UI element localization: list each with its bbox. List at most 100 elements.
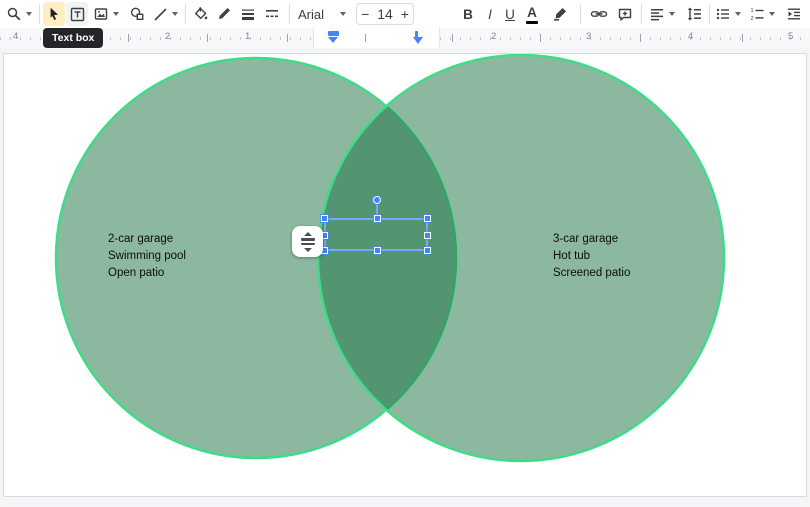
numbered-list-button[interactable]: 1 2 <box>747 2 777 26</box>
bulleted-list-button[interactable] <box>713 2 743 26</box>
ruler-tick <box>365 34 366 42</box>
link-icon <box>590 6 608 22</box>
select-tool-button[interactable] <box>43 2 65 26</box>
bold-label: B <box>463 7 473 22</box>
drag-bar-icon <box>301 238 315 241</box>
image-icon <box>93 6 109 22</box>
svg-text:1: 1 <box>751 8 754 14</box>
underline-button[interactable]: U <box>500 2 520 26</box>
resize-handle-e[interactable] <box>424 232 431 239</box>
ruler-tick <box>207 34 208 42</box>
italic-label: I <box>488 7 492 22</box>
border-weight-button[interactable] <box>237 2 259 26</box>
right-circle-text[interactable]: 3-car garage Hot tub Screened patio <box>553 231 630 282</box>
drag-up-arrow-icon <box>304 232 312 236</box>
line-spacing-button[interactable] <box>682 2 706 26</box>
toolbar-divider <box>185 4 186 24</box>
indent-marker[interactable] <box>328 31 339 44</box>
shape-tool-button[interactable] <box>126 2 148 26</box>
text-line: Screened patio <box>553 265 630 282</box>
italic-button[interactable]: I <box>480 2 500 26</box>
pen-icon <box>216 6 232 22</box>
resize-handle-se[interactable] <box>424 247 431 254</box>
text-box-icon <box>69 6 86 23</box>
text-box-tool-button[interactable] <box>66 2 88 26</box>
zoom-button[interactable] <box>2 2 36 26</box>
selected-text-box[interactable] <box>324 218 428 251</box>
drawing-canvas[interactable]: 2-car garage Swimming pool Open patio 3-… <box>3 53 807 497</box>
underline-label: U <box>505 7 515 22</box>
border-color-button[interactable] <box>213 2 235 26</box>
ruler-tick <box>640 34 641 42</box>
bold-button[interactable]: B <box>458 2 478 26</box>
bulleted-list-icon <box>715 6 731 22</box>
toolbar-divider <box>709 4 710 24</box>
align-button[interactable] <box>646 2 678 26</box>
highlighter-icon <box>552 6 568 22</box>
resize-handle-s[interactable] <box>374 247 381 254</box>
tab-stop-marker[interactable] <box>413 31 423 44</box>
chevron-down-icon <box>669 12 675 16</box>
resize-handle-n[interactable] <box>374 215 381 222</box>
chevron-down-icon <box>769 12 775 16</box>
line-weight-icon <box>240 6 256 22</box>
chevron-down-icon <box>735 12 741 16</box>
indent-button[interactable] <box>781 2 807 26</box>
ruler-number: 1 <box>245 31 250 42</box>
insert-comment-button[interactable] <box>613 2 637 26</box>
toolbar-divider <box>289 4 290 24</box>
indent-icon <box>786 6 802 22</box>
font-size-value[interactable]: 14 <box>373 4 396 24</box>
tooltip-text: Text box <box>52 32 94 44</box>
select-arrow-icon <box>46 6 62 22</box>
decrease-font-size-button[interactable]: − <box>357 4 373 24</box>
ruler-number: 3 <box>586 31 591 42</box>
ruler-number: 4 <box>688 31 693 42</box>
text-line: Hot tub <box>553 248 630 265</box>
right-circle[interactable] <box>318 55 724 461</box>
text-color-button[interactable]: A <box>522 2 542 26</box>
font-size-stepper: − 14 + <box>356 3 414 25</box>
insert-link-button[interactable] <box>586 2 612 26</box>
fill-color-button[interactable] <box>190 2 212 26</box>
ruler-number: 2 <box>165 31 170 42</box>
insert-image-button[interactable] <box>90 2 122 26</box>
drag-handle[interactable] <box>292 226 323 257</box>
text-color-label: A <box>527 5 537 20</box>
ruler-tick <box>540 34 541 42</box>
drag-down-arrow-icon <box>304 248 312 252</box>
text-line: Swimming pool <box>108 248 186 265</box>
ruler-tick <box>742 34 743 42</box>
line-spacing-icon <box>686 6 702 22</box>
chevron-down-icon <box>172 12 178 16</box>
toolbar: Arial − 14 + B I U A <box>0 0 810 28</box>
line-dash-icon <box>264 6 280 22</box>
ruler[interactable]: 4 2 1 2 3 4 5 <box>0 28 810 48</box>
chevron-down-icon <box>113 12 119 16</box>
text-line: Open patio <box>108 265 186 282</box>
ruler-tick <box>128 34 129 42</box>
text-line: 3-car garage <box>553 231 630 248</box>
font-family-select[interactable]: Arial <box>294 2 350 26</box>
drawing-editor: Arial − 14 + B I U A <box>0 0 810 507</box>
left-circle-text[interactable]: 2-car garage Swimming pool Open patio <box>108 231 186 282</box>
border-dash-button[interactable] <box>261 2 283 26</box>
paint-bucket-icon <box>193 6 209 22</box>
resize-handle-nw[interactable] <box>321 215 328 222</box>
svg-text:2: 2 <box>751 16 754 22</box>
highlight-color-button[interactable] <box>548 2 572 26</box>
tooltip: Text box <box>43 28 103 48</box>
ruler-number: 2 <box>491 31 496 42</box>
align-left-icon <box>649 6 665 22</box>
line-tool-button[interactable] <box>149 2 181 26</box>
zoom-icon <box>6 6 22 22</box>
toolbar-divider <box>39 4 40 24</box>
shape-icon <box>129 6 145 22</box>
drag-bar-icon <box>301 243 315 246</box>
increase-font-size-button[interactable]: + <box>397 4 413 24</box>
comment-icon <box>617 6 633 22</box>
text-line: 2-car garage <box>108 231 186 248</box>
resize-handle-ne[interactable] <box>424 215 431 222</box>
toolbar-divider <box>580 4 581 24</box>
rotation-handle[interactable] <box>373 196 381 204</box>
